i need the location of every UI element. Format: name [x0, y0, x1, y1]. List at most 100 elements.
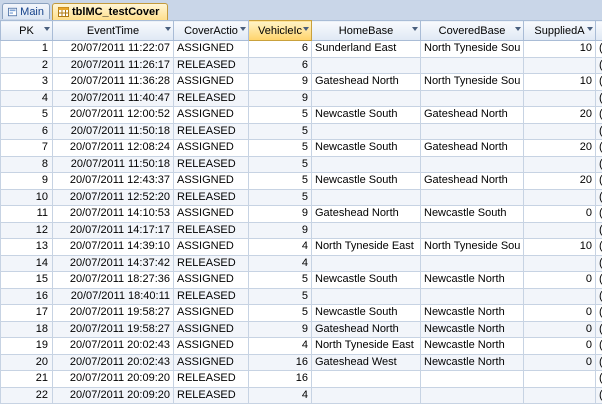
table-cell[interactable]: 6 — [0, 122, 53, 140]
table-cell[interactable]: 11 — [0, 205, 53, 223]
table-cell[interactable] — [311, 221, 421, 239]
table-cell[interactable] — [311, 254, 421, 272]
table-cell[interactable]: 14 — [0, 254, 53, 272]
table-cell[interactable]: 20/07/2011 12:43:37 — [52, 172, 174, 190]
chevron-down-icon[interactable] — [412, 27, 418, 31]
table-cell[interactable]: North Tyneside Sou — [420, 40, 524, 58]
table-cell[interactable]: ( — [595, 155, 602, 173]
table-cell[interactable] — [523, 370, 596, 388]
table-cell[interactable]: Gateshead North — [311, 73, 421, 91]
table-cell[interactable]: ( — [595, 205, 602, 223]
table-row[interactable]: 17 20/07/2011 19:58:27 ASSIGNED 5 Newcastle … — [0, 304, 602, 322]
table-cell[interactable]: 6 — [248, 40, 312, 58]
table-cell[interactable] — [420, 155, 524, 173]
table-cell[interactable]: 9 — [248, 221, 312, 239]
chevron-down-icon[interactable] — [587, 27, 593, 31]
table-cell[interactable]: ( — [595, 89, 602, 107]
table-cell[interactable]: ASSIGNED — [173, 172, 249, 190]
table-cell[interactable]: ( — [595, 172, 602, 190]
table-cell[interactable]: Newcastle North — [420, 353, 524, 371]
table-row[interactable]: 13 20/07/2011 14:39:10 ASSIGNED 4 North Tyne… — [0, 238, 602, 256]
table-cell[interactable] — [420, 370, 524, 388]
table-cell[interactable]: 20/07/2011 20:09:20 — [52, 370, 174, 388]
table-cell[interactable]: ( — [595, 320, 602, 338]
table-row[interactable]: 220/07/2011 11:26:17RELEASED6 ( — [0, 56, 602, 74]
table-cell[interactable]: RELEASED — [173, 89, 249, 107]
table-cell[interactable]: RELEASED — [173, 254, 249, 272]
table-row[interactable]: 20 20/07/2011 20:02:43 ASSIGNED 16 Gateshead… — [0, 353, 602, 371]
chevron-down-icon[interactable] — [165, 27, 171, 31]
table-cell[interactable]: 20 — [523, 172, 596, 190]
table-cell[interactable]: 5 — [248, 172, 312, 190]
column-header-coveraction[interactable]: CoverActio — [173, 20, 249, 41]
datasheet-grid[interactable]: PK EventTime CoverActio VehicleIc HomeBa… — [0, 20, 602, 406]
table-row[interactable]: 1220/07/2011 14:17:17RELEASED9 ( — [0, 221, 602, 239]
table-cell[interactable]: 16 — [0, 287, 53, 305]
chevron-down-icon[interactable] — [240, 27, 246, 31]
table-cell[interactable]: 20 — [0, 353, 53, 371]
table-cell[interactable]: 20/07/2011 20:02:43 — [52, 353, 174, 371]
table-cell[interactable]: Newcastle North — [420, 337, 524, 355]
table-cell[interactable]: 20/07/2011 12:08:24 — [52, 139, 174, 157]
table-row[interactable]: 7 20/07/2011 12:08:24 ASSIGNED 5 Newcastle S… — [0, 139, 602, 157]
table-cell[interactable]: RELEASED — [173, 386, 249, 404]
table-cell[interactable]: ( — [595, 304, 602, 322]
table-cell[interactable]: ( — [595, 353, 602, 371]
table-cell[interactable]: ASSIGNED — [173, 353, 249, 371]
table-cell[interactable] — [420, 386, 524, 404]
table-cell[interactable]: ASSIGNED — [173, 205, 249, 223]
table-cell[interactable]: 5 — [248, 155, 312, 173]
table-cell[interactable]: 20/07/2011 18:27:36 — [52, 271, 174, 289]
table-cell[interactable] — [420, 254, 524, 272]
table-row[interactable]: 9 20/07/2011 12:43:37 ASSIGNED 5 Newcastle S… — [0, 172, 602, 190]
table-cell[interactable]: 18 — [0, 320, 53, 338]
table-cell[interactable] — [311, 386, 421, 404]
table-cell[interactable]: 2 — [0, 56, 53, 74]
chevron-down-icon[interactable] — [303, 27, 309, 31]
table-row[interactable]: 1020/07/2011 12:52:20RELEASED5 ( — [0, 188, 602, 206]
table-cell[interactable]: RELEASED — [173, 122, 249, 140]
table-row[interactable]: 1620/07/2011 18:40:11RELEASED5 ( — [0, 287, 602, 305]
table-cell[interactable]: 20/07/2011 11:50:18 — [52, 155, 174, 173]
table-cell[interactable]: 22 — [0, 386, 53, 404]
table-cell[interactable] — [523, 122, 596, 140]
table-cell[interactable]: ( — [595, 188, 602, 206]
table-cell[interactable]: Sunderland East — [311, 40, 421, 58]
table-cell[interactable]: 20/07/2011 19:58:27 — [52, 304, 174, 322]
table-cell[interactable]: 3 — [0, 73, 53, 91]
table-cell[interactable]: ASSIGNED — [173, 271, 249, 289]
column-header-coveredbase[interactable]: CoveredBase — [420, 20, 524, 41]
table-cell[interactable]: 9 — [248, 73, 312, 91]
table-cell[interactable]: 5 — [248, 304, 312, 322]
table-cell[interactable]: North Tyneside Sou — [420, 238, 524, 256]
table-row[interactable]: 15 20/07/2011 18:27:36 ASSIGNED 5 Newcastle … — [0, 271, 602, 289]
table-cell[interactable]: 0 — [523, 353, 596, 371]
table-cell[interactable]: 5 — [248, 271, 312, 289]
table-cell[interactable]: 20/07/2011 20:02:43 — [52, 337, 174, 355]
table-cell[interactable] — [523, 287, 596, 305]
table-cell[interactable]: Newcastle South — [311, 139, 421, 157]
table-row[interactable]: 3 20/07/2011 11:36:28 ASSIGNED 9 Gateshead N… — [0, 73, 602, 91]
table-cell[interactable]: Gateshead West — [311, 353, 421, 371]
table-cell[interactable] — [311, 287, 421, 305]
table-cell[interactable] — [420, 122, 524, 140]
table-cell[interactable]: North Tyneside East — [311, 337, 421, 355]
table-cell[interactable]: 7 — [0, 139, 53, 157]
table-cell[interactable]: 20/07/2011 11:22:07 — [52, 40, 174, 58]
table-row[interactable]: 2120/07/2011 20:09:20RELEASED16 ( — [0, 370, 602, 388]
table-cell[interactable]: 9 — [248, 320, 312, 338]
table-cell[interactable]: 4 — [248, 386, 312, 404]
table-cell[interactable]: 10 — [523, 238, 596, 256]
table-cell[interactable]: RELEASED — [173, 370, 249, 388]
table-cell[interactable]: ( — [595, 287, 602, 305]
table-cell[interactable]: 20 — [523, 139, 596, 157]
table-cell[interactable]: ( — [595, 139, 602, 157]
table-cell[interactable]: 5 — [248, 122, 312, 140]
table-row[interactable]: 19 20/07/2011 20:02:43 ASSIGNED 4 North Tyne… — [0, 337, 602, 355]
table-cell[interactable] — [523, 188, 596, 206]
table-cell[interactable]: ASSIGNED — [173, 304, 249, 322]
table-cell[interactable]: 0 — [523, 320, 596, 338]
table-cell[interactable]: Newcastle South — [311, 271, 421, 289]
table-cell[interactable]: 20/07/2011 11:50:18 — [52, 122, 174, 140]
table-cell[interactable]: Newcastle South — [311, 304, 421, 322]
